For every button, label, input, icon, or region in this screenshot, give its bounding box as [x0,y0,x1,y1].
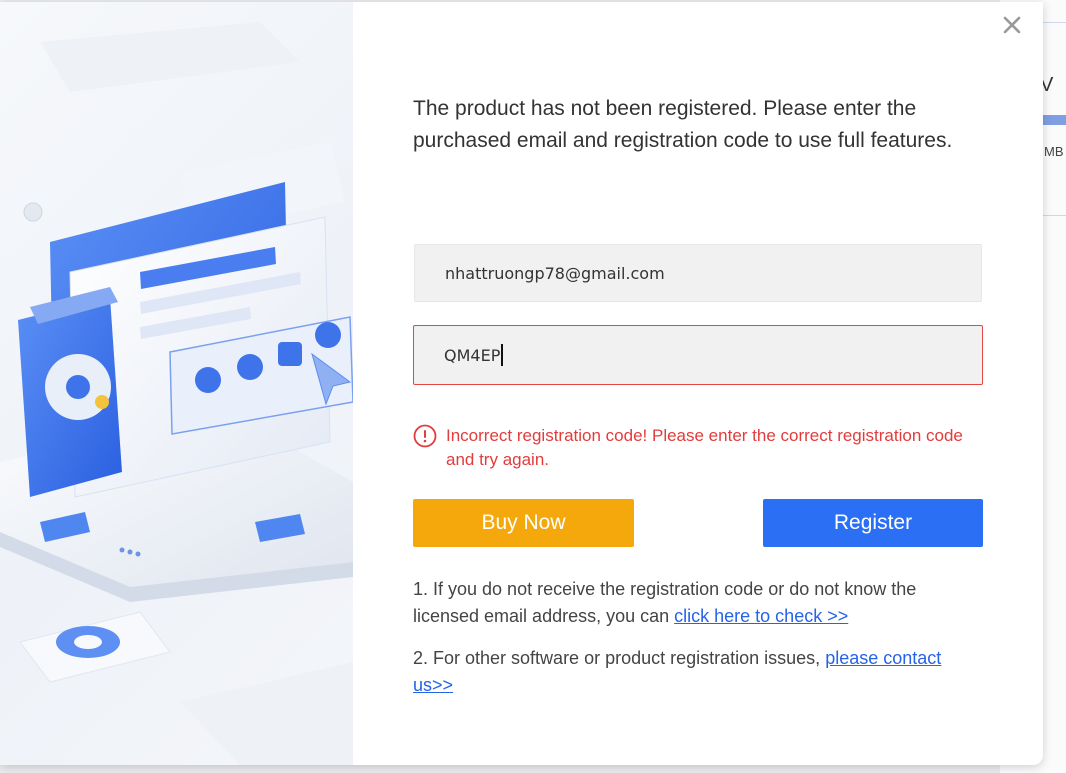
background-progress-bar [1040,115,1066,125]
help-note-2-text: 2. For other software or product registr… [413,648,826,668]
registration-dialog: The product has not been registered. Ple… [0,2,1043,765]
close-button[interactable] [995,10,1029,40]
help-note-1: 1. If you do not receive the registratio… [413,576,985,630]
registration-code-field[interactable]: QM4EP [413,325,983,385]
error-message: Incorrect registration code! Please ente… [413,424,985,472]
help-note-2: 2. For other software or product registr… [413,645,985,699]
background-divider [1040,215,1066,216]
isometric-disk-illustration [0,22,354,765]
hero-illustration [0,2,354,765]
text-caret [501,344,503,366]
error-text: Incorrect registration code! Please ente… [446,426,963,469]
buy-now-button[interactable]: Buy Now [413,499,634,547]
check-registration-link[interactable]: click here to check >> [674,606,848,626]
registration-message: The product has not been registered. Ple… [413,97,953,152]
background-size-text: MB [1044,144,1064,159]
close-icon [1003,16,1021,34]
error-icon [413,424,437,448]
registration-code-value: QM4EP [444,345,501,365]
email-field[interactable]: nhattruongp78@gmail.com [414,244,982,302]
register-button[interactable]: Register [763,499,983,547]
email-value: nhattruongp78@gmail.com [445,263,665,283]
